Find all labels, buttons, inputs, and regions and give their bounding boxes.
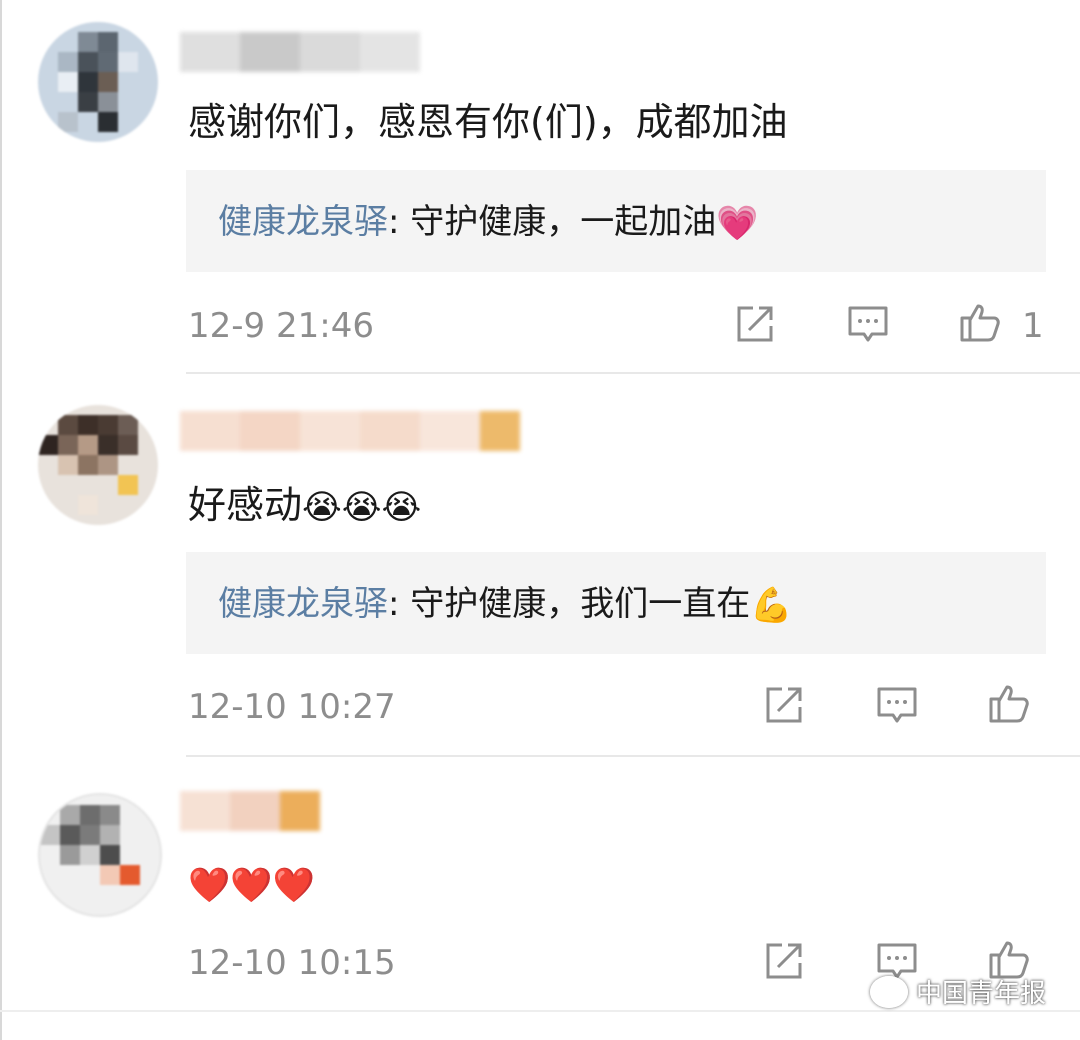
comment-icon[interactable] <box>875 683 919 727</box>
red-heart-emoji-icon: ❤️❤️❤️ <box>188 865 316 906</box>
like-count: 1 <box>1022 306 1044 346</box>
thumbs-up-icon[interactable] <box>987 681 1031 725</box>
avatar[interactable] <box>38 405 158 525</box>
comment-item: 感谢你们，感恩有你(们)，成都加油 健康龙泉驿: 守护健康，一起加油💗 12-9… <box>0 0 1080 375</box>
reply-separator: : <box>388 202 411 242</box>
username-blurred[interactable] <box>180 32 420 72</box>
reply-separator: : <box>388 584 411 624</box>
divider <box>186 372 1080 374</box>
reply-box[interactable]: 健康龙泉驿: 守护健康，一起加油💗 <box>186 170 1046 272</box>
comment-text: 好感动😭😭😭 <box>188 481 421 532</box>
reply-box[interactable]: 健康龙泉驿: 守护健康，我们一直在💪 <box>186 552 1046 654</box>
share-icon[interactable] <box>762 683 806 727</box>
avatar[interactable] <box>38 22 158 142</box>
heart-emoji-icon: 💗 <box>716 203 759 244</box>
flexed-bicep-emoji-icon: 💪 <box>750 585 793 626</box>
reply-author[interactable]: 健康龙泉驿 <box>218 202 388 242</box>
reply-author[interactable]: 健康龙泉驿 <box>218 584 388 624</box>
watermark-text: 中国青年报 <box>915 979 1046 1009</box>
reply-line: 健康龙泉驿: 守护健康，我们一直在💪 <box>218 582 793 628</box>
watermark: 中国青年报 <box>869 973 1046 1010</box>
reply-line: 健康龙泉驿: 守护健康，一起加油💗 <box>218 200 759 246</box>
comment-text-content: 感谢你们，感恩有你(们)，成都加油 <box>188 100 788 144</box>
reply-text: 守护健康，一起加油 <box>410 202 717 242</box>
timestamp: 12-10 10:15 <box>188 943 396 983</box>
username-blurred[interactable] <box>180 411 540 451</box>
username-blurred[interactable] <box>180 791 320 831</box>
comment-text-content: 好感动 <box>188 483 303 527</box>
comment-text: ❤️❤️❤️ <box>188 859 315 910</box>
comment-text: 感谢你们，感恩有你(们)，成都加油 <box>188 98 788 146</box>
wechat-icon <box>869 975 908 1008</box>
timestamp: 12-10 10:27 <box>188 687 396 727</box>
thumbs-up-icon[interactable] <box>958 300 1002 344</box>
share-icon[interactable] <box>733 302 777 346</box>
divider <box>0 1010 1080 1012</box>
timestamp: 12-9 21:46 <box>188 306 374 346</box>
share-icon[interactable] <box>762 939 806 983</box>
crying-face-emoji-icon: 😭😭😭 <box>302 487 422 528</box>
reply-text: 守护健康，我们一直在 <box>410 584 751 624</box>
comment-icon[interactable] <box>846 302 890 346</box>
avatar[interactable] <box>38 793 162 917</box>
comment-item: 好感动😭😭😭 健康龙泉驿: 守护健康，我们一直在💪 12-10 10:27 <box>0 375 1080 757</box>
